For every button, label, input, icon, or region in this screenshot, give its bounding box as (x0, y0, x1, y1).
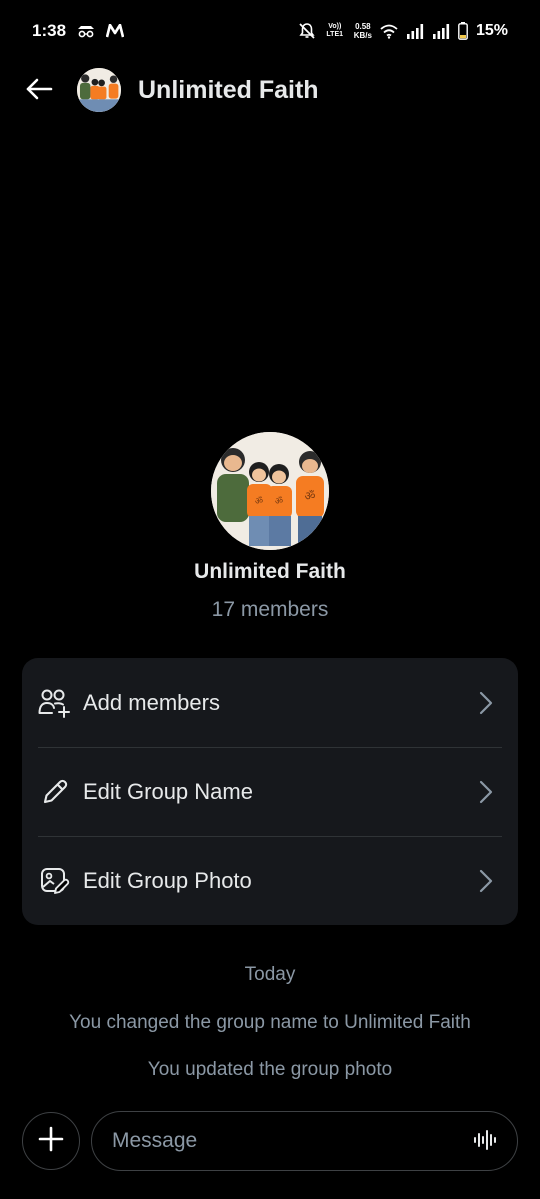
edit-group-photo-label: Edit Group Photo (83, 867, 252, 893)
header-title[interactable]: Unlimited Faith (138, 76, 319, 105)
add-members-icon (38, 686, 72, 720)
add-members-row[interactable]: Add members (22, 658, 518, 747)
header-group-avatar[interactable] (77, 68, 121, 112)
chevron-right-icon (476, 868, 496, 894)
screen: 1:38 Vo)) LTE1 0.58 KB/s 15% Unlimited F… (0, 0, 540, 1199)
chevron-right-icon (476, 779, 496, 805)
group-name: Unlimited Faith (194, 560, 346, 583)
battery-icon (458, 22, 468, 40)
status-time: 1:38 (32, 21, 67, 40)
status-left: 1:38 (32, 21, 125, 41)
edit-group-name-label: Edit Group Name (83, 778, 253, 804)
net-speed-value: 0.58 (355, 22, 371, 31)
edit-group-name-row[interactable]: Edit Group Name (22, 747, 518, 836)
add-attachment-button[interactable] (22, 1112, 80, 1170)
group-photo-image (77, 68, 121, 112)
plus-icon (38, 1126, 64, 1157)
voice-wave-icon (473, 1128, 497, 1157)
net-type: Vo)) LTE1 (326, 23, 344, 38)
pencil-icon (38, 775, 72, 809)
chat-header: Unlimited Faith (0, 62, 540, 122)
chevron-right-icon (476, 690, 496, 716)
back-button[interactable] (22, 74, 56, 108)
battery-percent: 15% (475, 22, 508, 39)
arrow-left-icon (25, 77, 53, 106)
svg-text:ॐ: ॐ (275, 496, 283, 507)
group-actions-card: Add members Edit Group Name Edit Group P… (22, 658, 518, 925)
group-avatar[interactable]: ॐ ॐ ॐ (211, 432, 329, 550)
voice-message-button[interactable] (471, 1128, 499, 1156)
status-right: Vo)) LTE1 0.58 KB/s 15% (298, 22, 508, 40)
mute-icon (298, 22, 316, 40)
signal-icon (432, 23, 450, 39)
svg-text:ॐ: ॐ (255, 496, 263, 507)
group-photo-image: ॐ ॐ ॐ (211, 432, 329, 550)
net-speed-unit: KB/s (353, 31, 372, 40)
net-speed: 0.58 KB/s (354, 22, 372, 40)
signal-icon (406, 23, 424, 39)
incognito-icon (76, 24, 96, 38)
group-member-count[interactable]: 17 members (0, 598, 540, 622)
timeline-date: Today (244, 964, 296, 985)
volte-indicator: Vo)) LTE1 (324, 23, 346, 39)
m-app-icon (106, 24, 125, 38)
timeline-event: You updated the group photo (147, 1059, 393, 1080)
wifi-icon (380, 24, 398, 39)
photo-edit-icon (38, 864, 72, 898)
message-composer (91, 1111, 518, 1171)
timeline-event: You changed the group name to Unlimited … (69, 1012, 471, 1033)
edit-group-photo-row[interactable]: Edit Group Photo (22, 836, 518, 925)
status-bar: 1:38 Vo)) LTE1 0.58 KB/s 15% (0, 0, 540, 62)
message-input[interactable] (112, 1126, 452, 1156)
add-members-label: Add members (83, 689, 220, 715)
svg-text:ॐ: ॐ (305, 489, 316, 503)
